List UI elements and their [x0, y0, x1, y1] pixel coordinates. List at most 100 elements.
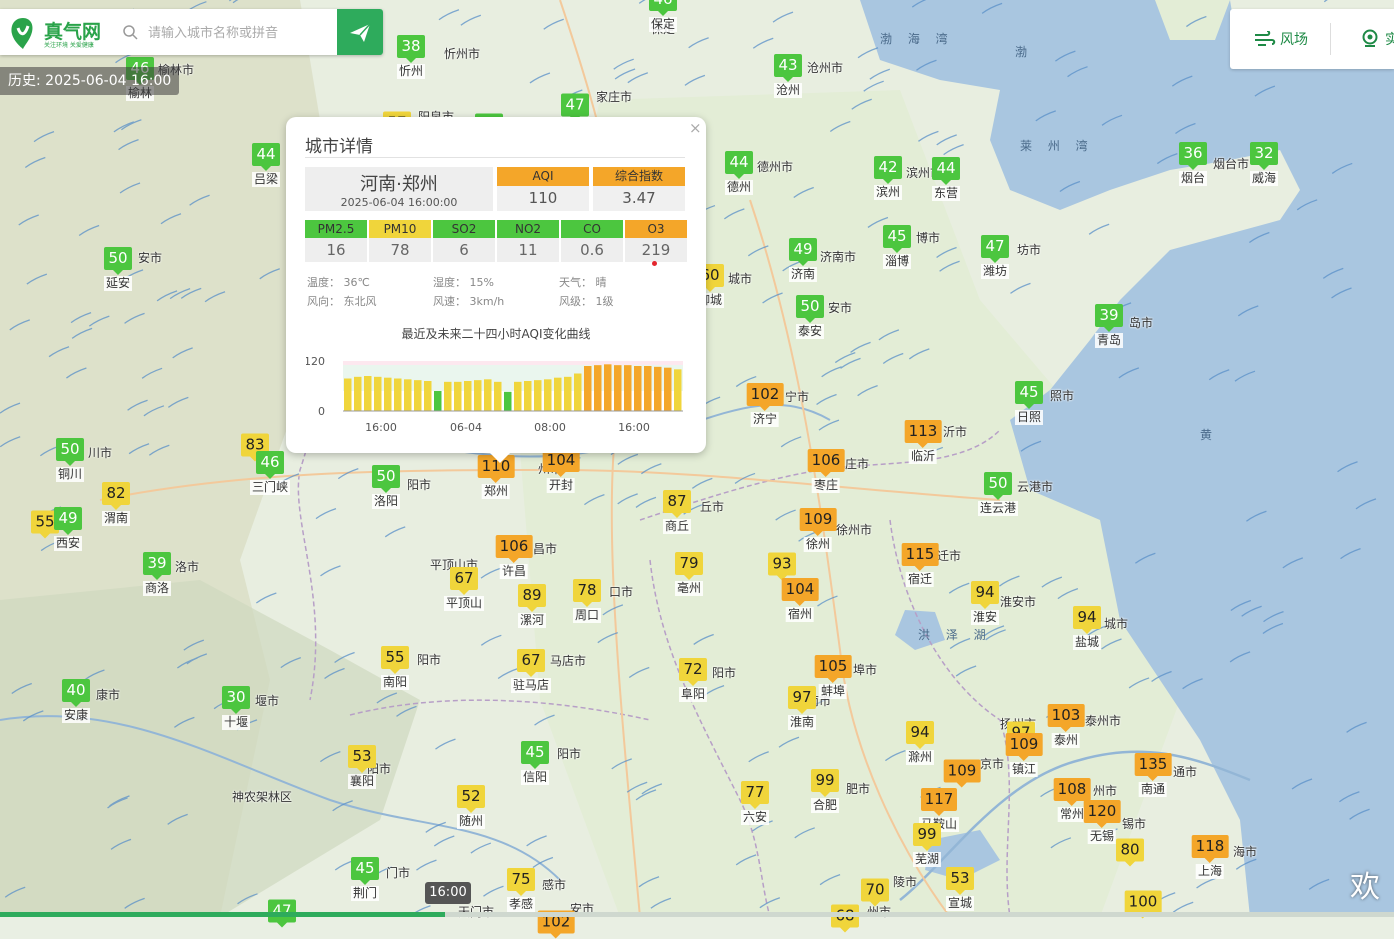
aqi-badge[interactable]: 106: [807, 449, 845, 477]
aqi-badge[interactable]: 52: [456, 785, 485, 813]
city-marker[interactable]: 50 泰安: [795, 295, 825, 339]
city-marker[interactable]: 102 济宁: [746, 383, 784, 427]
city-marker[interactable]: 39 青岛: [1094, 304, 1124, 348]
city-marker[interactable]: 77 六安: [740, 781, 770, 825]
wind-field-button[interactable]: 风场: [1254, 9, 1308, 69]
city-marker[interactable]: 93: [768, 552, 796, 581]
aqi-badge[interactable]: 53: [347, 745, 376, 773]
city-marker[interactable]: 103 泰州: [1047, 704, 1085, 748]
aqi-badge[interactable]: 45: [882, 225, 911, 253]
aqi-badge[interactable]: 44: [931, 157, 960, 185]
aqi-badge[interactable]: 77: [740, 781, 769, 809]
aqi-badge[interactable]: 105: [814, 655, 852, 683]
city-marker[interactable]: 53 宣城: [945, 867, 975, 911]
timeline-progress[interactable]: [0, 912, 445, 917]
aqi-badge[interactable]: 39: [1094, 304, 1123, 332]
aqi-badge[interactable]: 135: [1134, 753, 1172, 781]
city-marker[interactable]: 46保定: [648, 0, 678, 32]
aqi-badge[interactable]: 39: [142, 552, 171, 580]
city-marker[interactable]: 100: [1124, 890, 1162, 919]
aqi-badge[interactable]: 67: [449, 567, 478, 595]
city-marker[interactable]: 52 随州: [456, 785, 486, 829]
aqi-badge[interactable]: 67: [516, 649, 545, 677]
aqi-badge[interactable]: 108: [1053, 778, 1091, 806]
aqi-badge[interactable]: 94: [1072, 606, 1101, 634]
city-marker[interactable]: 75 孝感: [506, 868, 536, 912]
city-marker[interactable]: 80: [1116, 838, 1144, 867]
realtime-button[interactable]: 实: [1361, 9, 1394, 69]
aqi-badge[interactable]: 104: [781, 578, 819, 606]
city-marker[interactable]: 47: [561, 93, 589, 122]
aqi-badge[interactable]: 103: [1047, 704, 1085, 732]
city-marker[interactable]: 99 合肥: [810, 769, 840, 813]
aqi-badge[interactable]: 99: [912, 823, 941, 851]
city-marker[interactable]: 50 铜川: [55, 438, 85, 482]
aqi-badge[interactable]: 118: [1191, 835, 1229, 863]
aqi-badge[interactable]: 47: [980, 235, 1009, 263]
city-marker[interactable]: 94 淮安: [970, 581, 1000, 625]
city-marker[interactable]: 45 荆门: [350, 857, 380, 901]
city-marker[interactable]: 42 滨州: [873, 156, 903, 200]
timeline-track[interactable]: [445, 912, 1394, 917]
aqi-badge[interactable]: 120: [1083, 800, 1121, 828]
play-icon[interactable]: 欢: [1350, 862, 1380, 906]
aqi-badge[interactable]: 50: [103, 247, 132, 275]
aqi-badge[interactable]: 82: [101, 482, 130, 510]
aqi-badge[interactable]: 43: [773, 54, 802, 82]
city-marker[interactable]: 49 西安: [53, 507, 83, 551]
aqi-badge[interactable]: 100: [1124, 890, 1162, 919]
aqi-badge[interactable]: 93: [768, 552, 796, 581]
city-marker[interactable]: 104 宿州: [781, 578, 819, 622]
city-marker[interactable]: 67 驻马店: [510, 649, 552, 693]
city-marker[interactable]: 45 淄博: [882, 225, 912, 269]
aqi-badge[interactable]: 102: [746, 383, 784, 411]
city-marker[interactable]: 82 渭南: [101, 482, 131, 526]
city-marker[interactable]: 113 临沂: [904, 420, 942, 464]
aqi-badge[interactable]: 46: [648, 0, 677, 16]
city-marker[interactable]: 94 盐城: [1072, 606, 1102, 650]
aqi-badge[interactable]: 78: [572, 579, 601, 607]
aqi-badge[interactable]: 32: [1249, 142, 1278, 170]
city-marker[interactable]: 70: [861, 878, 889, 907]
time-badge[interactable]: 16:00: [425, 882, 471, 904]
city-search-input[interactable]: [146, 19, 335, 47]
city-marker[interactable]: 32 威海: [1249, 142, 1279, 186]
aqi-badge[interactable]: 45: [350, 857, 379, 885]
city-marker[interactable]: 118 上海: [1191, 835, 1229, 879]
city-marker[interactable]: 40 安康: [61, 679, 91, 723]
aqi-badge[interactable]: 40: [61, 679, 90, 707]
aqi-badge[interactable]: 109: [1005, 733, 1043, 761]
city-marker[interactable]: 50 连云港: [977, 472, 1019, 516]
city-marker[interactable]: 87 商丘: [662, 490, 692, 534]
city-marker[interactable]: 99 芜湖: [912, 823, 942, 867]
aqi-badge[interactable]: 44: [251, 143, 280, 171]
city-marker[interactable]: 44 东营: [931, 157, 961, 201]
logo[interactable]: 真气网 关注环境 关爱健康: [8, 16, 112, 50]
aqi-badge[interactable]: 53: [945, 867, 974, 895]
aqi-badge[interactable]: 94: [970, 581, 999, 609]
city-marker[interactable]: 43 沧州: [773, 54, 803, 98]
city-marker[interactable]: 97 淮南: [787, 686, 817, 730]
aqi-badge[interactable]: 113: [904, 420, 942, 448]
aqi-badge[interactable]: 89: [517, 584, 546, 612]
aqi-badge[interactable]: 87: [662, 490, 691, 518]
aqi-badge[interactable]: 45: [520, 741, 549, 769]
city-marker[interactable]: 45 信阳: [520, 741, 550, 785]
city-marker[interactable]: 94 滁州: [905, 721, 935, 765]
aqi-badge[interactable]: 106: [495, 535, 533, 563]
city-marker[interactable]: 49 济南: [788, 238, 818, 282]
aqi-badge[interactable]: 30: [221, 686, 250, 714]
search-button[interactable]: [337, 9, 383, 55]
aqi-badge[interactable]: 47: [561, 93, 589, 122]
aqi-badge[interactable]: 55: [380, 646, 409, 674]
aqi-badge[interactable]: 49: [53, 507, 82, 535]
aqi-badge[interactable]: 109: [943, 759, 981, 788]
city-marker[interactable]: 44 吕梁: [251, 143, 281, 187]
aqi-badge[interactable]: 70: [861, 878, 889, 907]
city-marker[interactable]: 53 襄阳: [347, 745, 377, 789]
city-marker[interactable]: 120 无锡: [1083, 800, 1121, 844]
city-marker[interactable]: 50 洛阳: [371, 465, 401, 509]
city-marker[interactable]: 135 南通: [1134, 753, 1172, 797]
aqi-badge[interactable]: 115: [901, 543, 939, 571]
aqi-badge[interactable]: 72: [678, 658, 707, 686]
